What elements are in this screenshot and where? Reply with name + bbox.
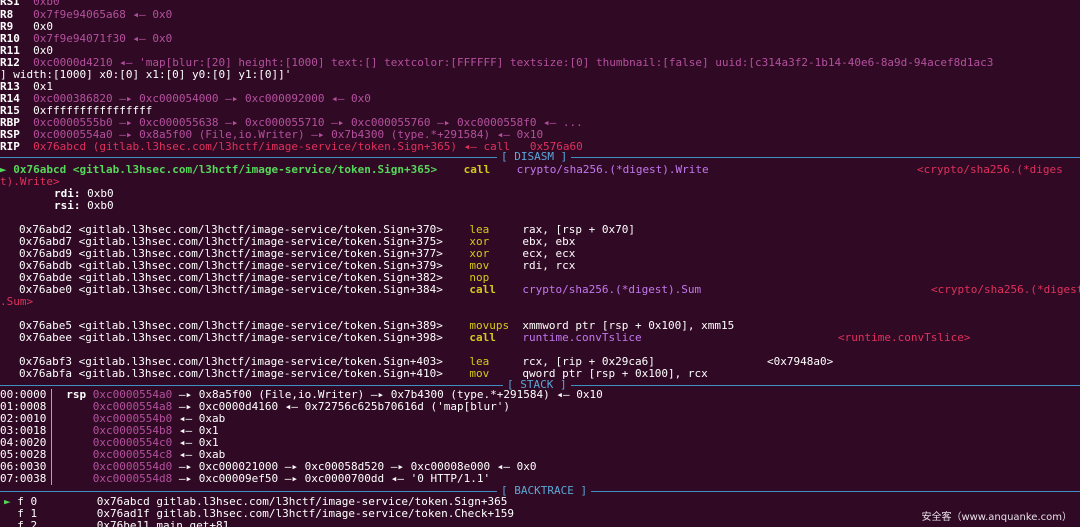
stack-value: —▸ 0xc00009ef50 —▸ 0xc0000700dd ◂— '0 HT… xyxy=(178,472,491,485)
stack-row: 07:0038 0xc0000554d8 —▸ 0xc00009ef50 —▸ … xyxy=(0,473,490,485)
instruction-symbol: <gitlab.l3hsec.com/l3hctf/image-service/… xyxy=(78,331,443,344)
instruction-operands: crypto/sha256.(*digest).Sum xyxy=(522,283,702,296)
stack-address: 0xc0000554d8 xyxy=(92,472,173,485)
frame-location: 0x76be11 main.get+81 xyxy=(96,519,230,527)
instruction-operands: rdi, rcx xyxy=(522,259,576,272)
register-value: 0xb0 xyxy=(33,0,60,8)
register-value: 0x7f9e94065a68 ◂— 0x0 xyxy=(33,8,173,21)
instruction-symbol: <gitlab.l3hsec.com/l3hctf/image-service/… xyxy=(72,163,438,176)
register-row: RSI 0xb0 xyxy=(0,0,60,8)
frame-number: f 2 xyxy=(17,519,38,527)
arg-name: rsi: xyxy=(54,199,81,212)
call-target: <crypto/sha256.(*diges xyxy=(917,163,1063,176)
call-target: <crypto/sha256.(*digest) xyxy=(931,283,1080,296)
instruction-symbol: <gitlab.l3hsec.com/l3hctf/image-service/… xyxy=(78,367,443,380)
register-value: 0x7f9e94071f30 ◂— 0x0 xyxy=(33,32,173,45)
instruction-symbol: <gitlab.l3hsec.com/l3hctf/image-service/… xyxy=(78,283,443,296)
disasm-line: 0x76abe0 <gitlab.l3hsec.com/l3hctf/image… xyxy=(19,284,701,296)
instruction-mnemonic: mov xyxy=(469,367,490,380)
call-target-wrap: .Sum> xyxy=(0,295,34,308)
instruction-operands: runtime.convTslice xyxy=(522,331,642,344)
register-name: RSI xyxy=(0,0,20,8)
call-arg: rsi: 0xb0 xyxy=(54,200,114,212)
watermark: 安全客（www.anquanke.com） xyxy=(921,512,1072,523)
instruction-address: 0x76abfa xyxy=(19,367,72,380)
disasm-line: 0x76abfa <gitlab.l3hsec.com/l3hctf/image… xyxy=(19,368,708,380)
stack-index: 07:0038 xyxy=(0,472,47,485)
instruction-mnemonic: call xyxy=(469,331,496,344)
backtrace-section-title: [ BACKTRACE ] xyxy=(497,485,592,497)
backtrace-frame: f 2 0x76be11 main.get+81 xyxy=(4,520,229,527)
disasm-current-line: ► 0x76abcd <gitlab.l3hsec.com/l3hctf/ima… xyxy=(0,164,709,176)
call-target: <runtime.convTslice> xyxy=(838,331,971,344)
instruction-mnemonic: call xyxy=(463,163,491,176)
arg-value: 0xb0 xyxy=(87,199,114,212)
register-name: RIP xyxy=(0,140,20,153)
instruction-mnemonic: call xyxy=(469,283,496,296)
terminal: RSI 0xb0 R8 0x7f9e94065a68 ◂— 0x0 R9 0x0… xyxy=(0,0,1080,527)
rip-target: <0x7948a0> xyxy=(767,355,834,368)
disasm-section-title: [ DISASM ] xyxy=(497,151,572,163)
disasm-line: 0x76abee <gitlab.l3hsec.com/l3hctf/image… xyxy=(19,332,642,344)
register-row: RIP 0x76abcd (gitlab.l3hsec.com/l3hctf/i… xyxy=(0,141,583,153)
stack-value: —▸ 0xc0000d4160 ◂— 0x72756c625b70616d ('… xyxy=(178,400,510,413)
call-target-wrap: t).Write> xyxy=(0,175,60,188)
instruction-operands: crypto/sha256.(*digest).Write xyxy=(516,163,709,176)
instruction-address: 0x76abee xyxy=(19,331,72,344)
